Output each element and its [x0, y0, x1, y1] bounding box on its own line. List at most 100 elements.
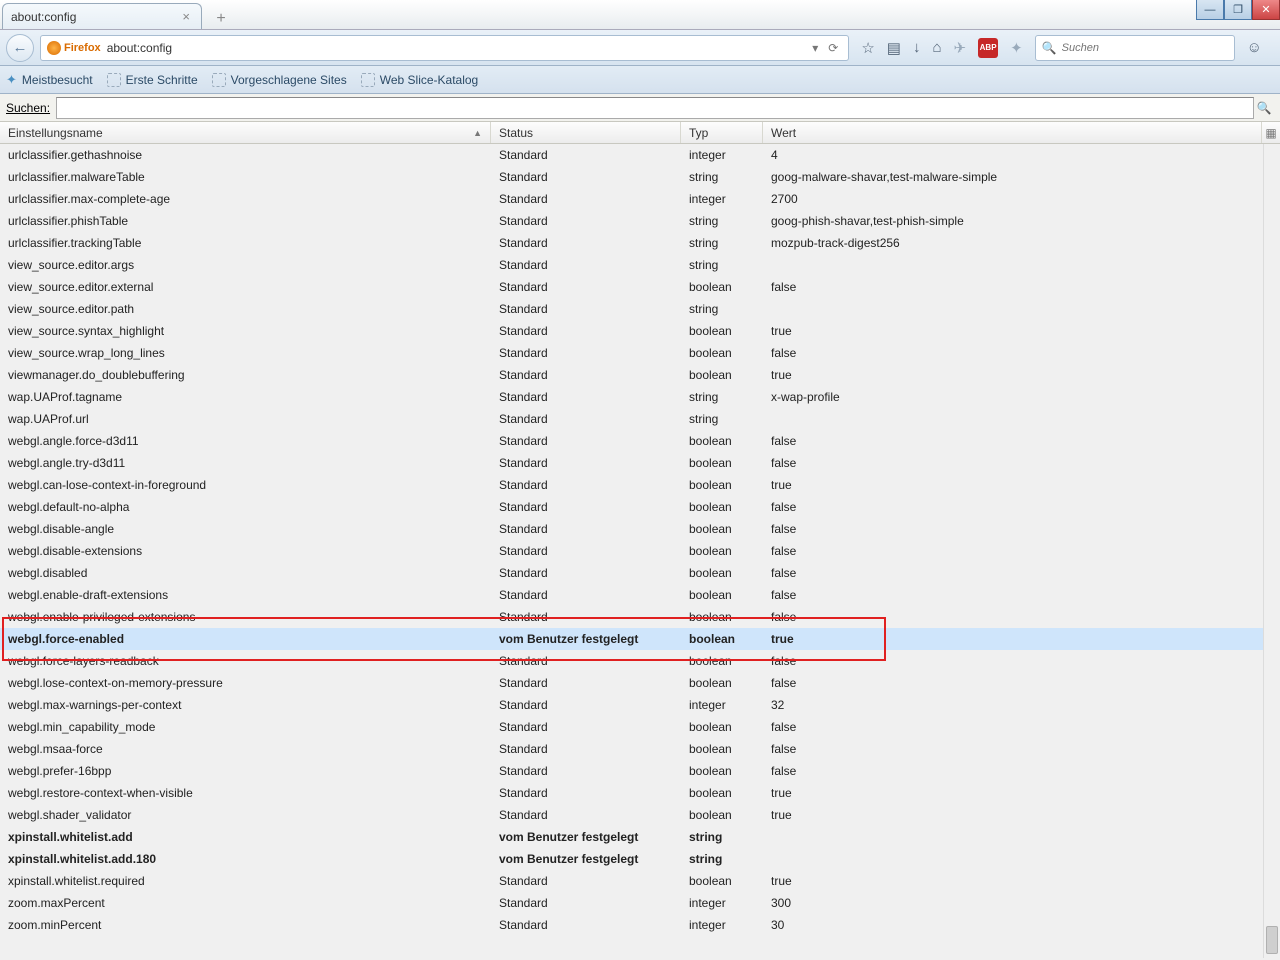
bookmark-item[interactable]: Vorgeschlagene Sites	[212, 73, 347, 87]
scrollbar-thumb[interactable]	[1266, 926, 1278, 954]
minimize-button[interactable]: —	[1196, 0, 1224, 20]
pref-row[interactable]: view_source.editor.pathStandardstring	[0, 298, 1280, 320]
cell-name: webgl.enable-draft-extensions	[0, 588, 491, 602]
search-box[interactable]: 🔍	[1035, 35, 1235, 61]
pref-row[interactable]: webgl.restore-context-when-visibleStanda…	[0, 782, 1280, 804]
pref-row[interactable]: webgl.angle.try-d3d11Standardbooleanfals…	[0, 452, 1280, 474]
url-bar[interactable]: Firefox about:config ▾ ⟳	[40, 35, 849, 61]
column-picker-icon[interactable]: ▦	[1262, 122, 1280, 143]
column-status[interactable]: Status	[491, 122, 681, 143]
pref-row[interactable]: xpinstall.whitelist.addvom Benutzer fest…	[0, 826, 1280, 848]
firefox-icon	[47, 41, 61, 55]
hello-icon[interactable]: ☺	[1247, 39, 1262, 56]
cell-name: view_source.editor.args	[0, 258, 491, 272]
pref-row[interactable]: view_source.syntax_highlightStandardbool…	[0, 320, 1280, 342]
pref-row[interactable]: xpinstall.whitelist.requiredStandardbool…	[0, 870, 1280, 892]
search-input[interactable]	[1062, 42, 1228, 54]
reading-list-icon[interactable]: ▤	[887, 39, 901, 57]
cell-status: Standard	[491, 720, 681, 734]
pref-row[interactable]: webgl.can-lose-context-in-foregroundStan…	[0, 474, 1280, 496]
pref-row[interactable]: wap.UAProf.tagnameStandardstringx-wap-pr…	[0, 386, 1280, 408]
filter-search-icon[interactable]: 🔍	[1254, 101, 1274, 115]
cell-type: boolean	[681, 456, 763, 470]
bookmark-label: Vorgeschlagene Sites	[231, 73, 347, 87]
pref-row[interactable]: xpinstall.whitelist.add.180vom Benutzer …	[0, 848, 1280, 870]
cell-value: true	[763, 808, 1280, 822]
dropdown-icon[interactable]: ▾	[812, 41, 818, 55]
browser-tab[interactable]: about:config ×	[2, 3, 202, 29]
pref-row[interactable]: webgl.prefer-16bppStandardbooleanfalse	[0, 760, 1280, 782]
pref-row[interactable]: webgl.force-layers-readbackStandardboole…	[0, 650, 1280, 672]
cell-status: Standard	[491, 302, 681, 316]
cell-value: false	[763, 500, 1280, 514]
pref-row[interactable]: webgl.disable-extensionsStandardbooleanf…	[0, 540, 1280, 562]
back-button[interactable]: ←	[6, 34, 34, 62]
filter-input[interactable]	[56, 97, 1254, 119]
home-icon[interactable]: ⌂	[932, 39, 941, 56]
pref-row[interactable]: webgl.angle.force-d3d11Standardbooleanfa…	[0, 430, 1280, 452]
new-tab-button[interactable]: +	[208, 9, 234, 29]
pref-row[interactable]: wap.UAProf.urlStandardstring	[0, 408, 1280, 430]
filter-label: Suchen:	[6, 101, 50, 115]
pref-row[interactable]: view_source.wrap_long_linesStandardboole…	[0, 342, 1280, 364]
maximize-button[interactable]: ❐	[1224, 0, 1252, 20]
cell-status: vom Benutzer festgelegt	[491, 830, 681, 844]
addon-icon[interactable]: ✦	[1010, 39, 1023, 57]
pref-row[interactable]: urlclassifier.phishTableStandardstringgo…	[0, 210, 1280, 232]
pref-row[interactable]: webgl.enable-draft-extensionsStandardboo…	[0, 584, 1280, 606]
pref-row[interactable]: zoom.maxPercentStandardinteger300	[0, 892, 1280, 914]
cell-name: zoom.maxPercent	[0, 896, 491, 910]
cell-value: false	[763, 654, 1280, 668]
pref-row[interactable]: webgl.enable-privileged-extensionsStanda…	[0, 606, 1280, 628]
cell-type: boolean	[681, 368, 763, 382]
cell-status: Standard	[491, 610, 681, 624]
close-tab-icon[interactable]: ×	[179, 9, 193, 24]
cell-status: Standard	[491, 346, 681, 360]
column-value[interactable]: Wert	[763, 122, 1262, 143]
close-window-button[interactable]: ✕	[1252, 0, 1280, 20]
pref-row[interactable]: webgl.force-enabledvom Benutzer festgele…	[0, 628, 1280, 650]
column-type[interactable]: Typ	[681, 122, 763, 143]
downloads-icon[interactable]: ↓	[913, 39, 921, 56]
cell-value: 30	[763, 918, 1280, 932]
send-icon[interactable]: ✈	[954, 39, 967, 57]
pref-row[interactable]: webgl.msaa-forceStandardbooleanfalse	[0, 738, 1280, 760]
pref-row[interactable]: webgl.disable-angleStandardbooleanfalse	[0, 518, 1280, 540]
pref-row[interactable]: webgl.lose-context-on-memory-pressureSta…	[0, 672, 1280, 694]
pref-row[interactable]: webgl.min_capability_modeStandardboolean…	[0, 716, 1280, 738]
pref-row[interactable]: view_source.editor.externalStandardboole…	[0, 276, 1280, 298]
bookmark-star-icon[interactable]: ☆	[861, 39, 874, 57]
cell-name: wap.UAProf.url	[0, 412, 491, 426]
pref-row[interactable]: webgl.max-warnings-per-contextStandardin…	[0, 694, 1280, 716]
pref-row[interactable]: zoom.minPercentStandardinteger30	[0, 914, 1280, 936]
pref-row[interactable]: urlclassifier.max-complete-ageStandardin…	[0, 188, 1280, 210]
cell-value: 300	[763, 896, 1280, 910]
bookmark-item[interactable]: ✦Meistbesucht	[6, 72, 93, 88]
cell-type: integer	[681, 918, 763, 932]
cell-name: urlclassifier.max-complete-age	[0, 192, 491, 206]
adblock-icon[interactable]: ABP	[978, 38, 998, 58]
cell-value: false	[763, 280, 1280, 294]
pref-row[interactable]: view_source.editor.argsStandardstring	[0, 254, 1280, 276]
pref-row[interactable]: webgl.shader_validatorStandardbooleantru…	[0, 804, 1280, 826]
pref-row[interactable]: viewmanager.do_doublebufferingStandardbo…	[0, 364, 1280, 386]
bookmark-item[interactable]: Web Slice-Katalog	[361, 73, 479, 87]
cell-value: false	[763, 742, 1280, 756]
pref-row[interactable]: webgl.disabledStandardbooleanfalse	[0, 562, 1280, 584]
cell-status: Standard	[491, 500, 681, 514]
pref-row[interactable]: webgl.default-no-alphaStandardbooleanfal…	[0, 496, 1280, 518]
column-name[interactable]: Einstellungsname ▲	[0, 122, 491, 143]
pref-row[interactable]: urlclassifier.malwareTableStandardstring…	[0, 166, 1280, 188]
vertical-scrollbar[interactable]	[1263, 144, 1280, 958]
pref-row[interactable]: urlclassifier.trackingTableStandardstrin…	[0, 232, 1280, 254]
bookmark-label: Meistbesucht	[22, 73, 93, 87]
cell-value: false	[763, 676, 1280, 690]
pref-row[interactable]: urlclassifier.gethashnoiseStandardintege…	[0, 144, 1280, 166]
cell-status: Standard	[491, 808, 681, 822]
cell-status: Standard	[491, 324, 681, 338]
cell-type: integer	[681, 148, 763, 162]
nav-toolbar: ← Firefox about:config ▾ ⟳ ☆ ▤ ↓ ⌂ ✈ ABP…	[0, 30, 1280, 66]
reload-icon[interactable]: ⟳	[824, 41, 842, 55]
cell-value: true	[763, 324, 1280, 338]
bookmark-item[interactable]: Erste Schritte	[107, 73, 198, 87]
